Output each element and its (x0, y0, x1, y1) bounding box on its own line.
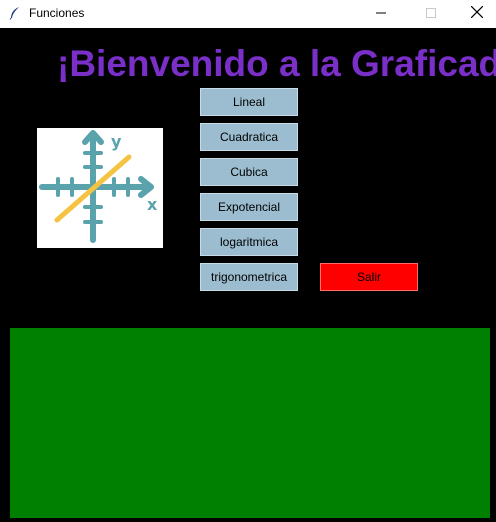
maximize-icon (426, 5, 436, 23)
close-icon (470, 5, 484, 23)
main-panel: ¡Bienvenido a la Graficadora de Funcione… (0, 28, 496, 522)
page-title: ¡Bienvenido a la Graficadora de Funcione… (57, 43, 496, 84)
cuadratica-button[interactable]: Cuadratica (200, 123, 298, 151)
feather-icon (8, 6, 22, 20)
maximize-button[interactable] (408, 0, 454, 28)
close-button[interactable] (454, 0, 496, 28)
x-axis-letter: x (147, 195, 158, 214)
app-window: Funciones ¡Bienvenido a la Graficadora d… (0, 0, 496, 522)
exponencial-button[interactable]: Expotencial (200, 193, 298, 221)
logaritmica-button[interactable]: logaritmica (200, 228, 298, 256)
cubica-button[interactable]: Cubica (200, 158, 298, 186)
logo-image: y x (37, 128, 163, 248)
axes-graph-icon: y x (37, 130, 163, 252)
y-axis-letter: y (111, 132, 122, 151)
trigonometrica-button[interactable]: trigonometrica (200, 263, 298, 291)
minimize-button[interactable] (358, 0, 404, 28)
title-bar[interactable]: Funciones (0, 0, 496, 28)
window-title: Funciones (29, 6, 85, 20)
plot-canvas[interactable] (10, 328, 490, 518)
lineal-button[interactable]: Lineal (200, 88, 298, 116)
minimize-icon (376, 5, 386, 23)
exit-button[interactable]: Salir (320, 263, 418, 291)
